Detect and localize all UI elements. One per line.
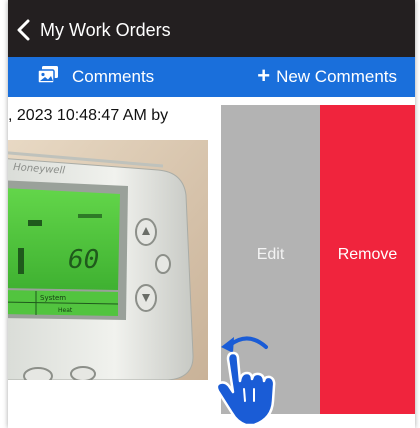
- comment-list: , 2023 10:48:47 AM by 60 System Heat Hon…: [8, 97, 415, 428]
- new-comments-label: New Comments: [276, 67, 397, 86]
- remove-action-button[interactable]: Remove: [320, 105, 415, 414]
- comment-photo[interactable]: 60 System Heat Honeywell: [8, 140, 208, 380]
- comments-tab[interactable]: Comments: [37, 57, 155, 97]
- app-frame: My Work Orders Comments + New Comments ,…: [8, 0, 415, 428]
- new-comments-button[interactable]: + New Comments: [257, 57, 397, 97]
- display-temperature: 60: [68, 245, 99, 275]
- swipe-left-hand-icon: [204, 329, 304, 428]
- toolbar: Comments + New Comments: [8, 57, 415, 97]
- nav-bar: My Work Orders: [8, 0, 415, 57]
- comments-label: Comments: [72, 67, 155, 86]
- back-button[interactable]: My Work Orders: [16, 12, 171, 48]
- edit-label: Edit: [256, 245, 285, 263]
- plus-icon: +: [257, 63, 271, 88]
- remove-label: Remove: [337, 245, 398, 263]
- page-title: My Work Orders: [40, 19, 171, 40]
- display-row-value: Heat: [58, 307, 73, 314]
- photo-gallery-icon: [37, 66, 58, 88]
- comment-timestamp: , 2023 10:48:47 AM by: [8, 107, 169, 124]
- chevron-left-icon: [16, 19, 30, 41]
- display-row-label: System: [40, 294, 66, 302]
